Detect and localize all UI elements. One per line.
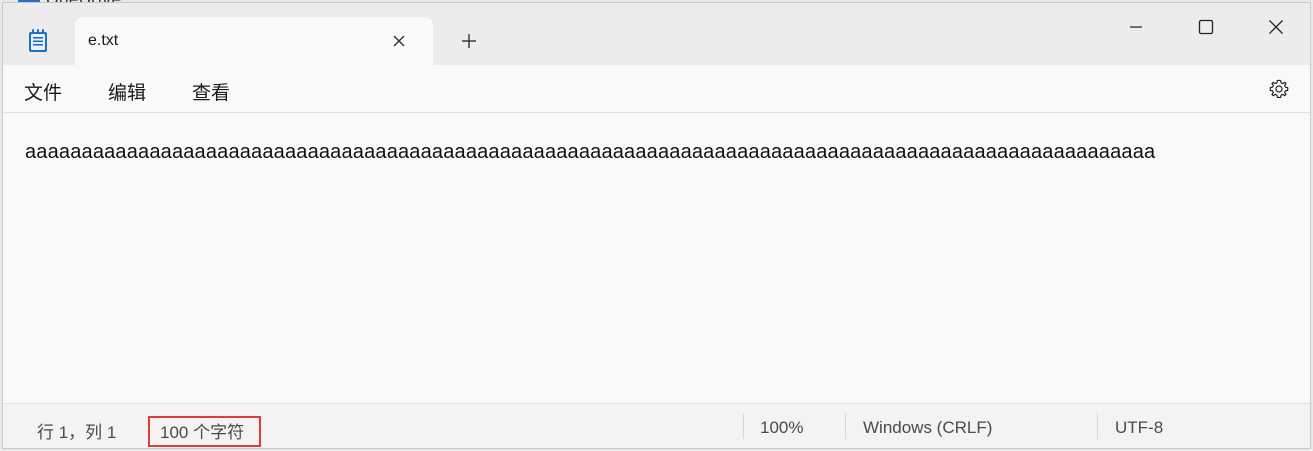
menu-edit[interactable]: 编辑: [108, 78, 146, 105]
zoom-level[interactable]: 100%: [760, 418, 803, 438]
line-ending[interactable]: Windows (CRLF): [863, 418, 992, 438]
text-editor[interactable]: aaaaaaaaaaaaaaaaaaaaaaaaaaaaaaaaaaaaaaaa…: [3, 113, 1310, 403]
menu-file[interactable]: 文件: [24, 78, 62, 105]
notepad-icon: [29, 29, 47, 52]
gear-icon[interactable]: [1268, 78, 1290, 100]
notepad-window: e.txt 文件 编辑 查看 aaaaaaaaaaaaaaaaaaaaaaaaa…: [2, 2, 1311, 449]
plus-icon[interactable]: [458, 30, 480, 52]
close-icon: [1269, 20, 1283, 34]
status-bar: 行 1，列 1 100 个字符 100% Windows (CRLF) UTF-…: [3, 403, 1310, 448]
tab-e-txt[interactable]: e.txt: [75, 17, 433, 65]
menu-bar: 文件 编辑 查看: [3, 65, 1310, 113]
editor-content[interactable]: aaaaaaaaaaaaaaaaaaaaaaaaaaaaaaaaaaaaaaaa…: [25, 141, 1155, 164]
minimize-button[interactable]: [1113, 13, 1159, 41]
cursor-position: 行 1，列 1: [37, 423, 117, 442]
highlight-box: [148, 416, 261, 447]
close-window-button[interactable]: [1253, 13, 1299, 41]
menu-view[interactable]: 查看: [192, 78, 230, 105]
title-bar: e.txt: [3, 3, 1310, 65]
encoding[interactable]: UTF-8: [1115, 418, 1163, 438]
status-divider: [1097, 413, 1098, 439]
close-icon[interactable]: [389, 31, 409, 51]
minimize-icon: [1130, 26, 1142, 28]
maximize-icon: [1198, 19, 1214, 35]
status-divider: [743, 413, 744, 439]
status-divider: [845, 413, 846, 439]
maximize-button[interactable]: [1183, 13, 1229, 41]
tab-title: e.txt: [88, 32, 119, 49]
